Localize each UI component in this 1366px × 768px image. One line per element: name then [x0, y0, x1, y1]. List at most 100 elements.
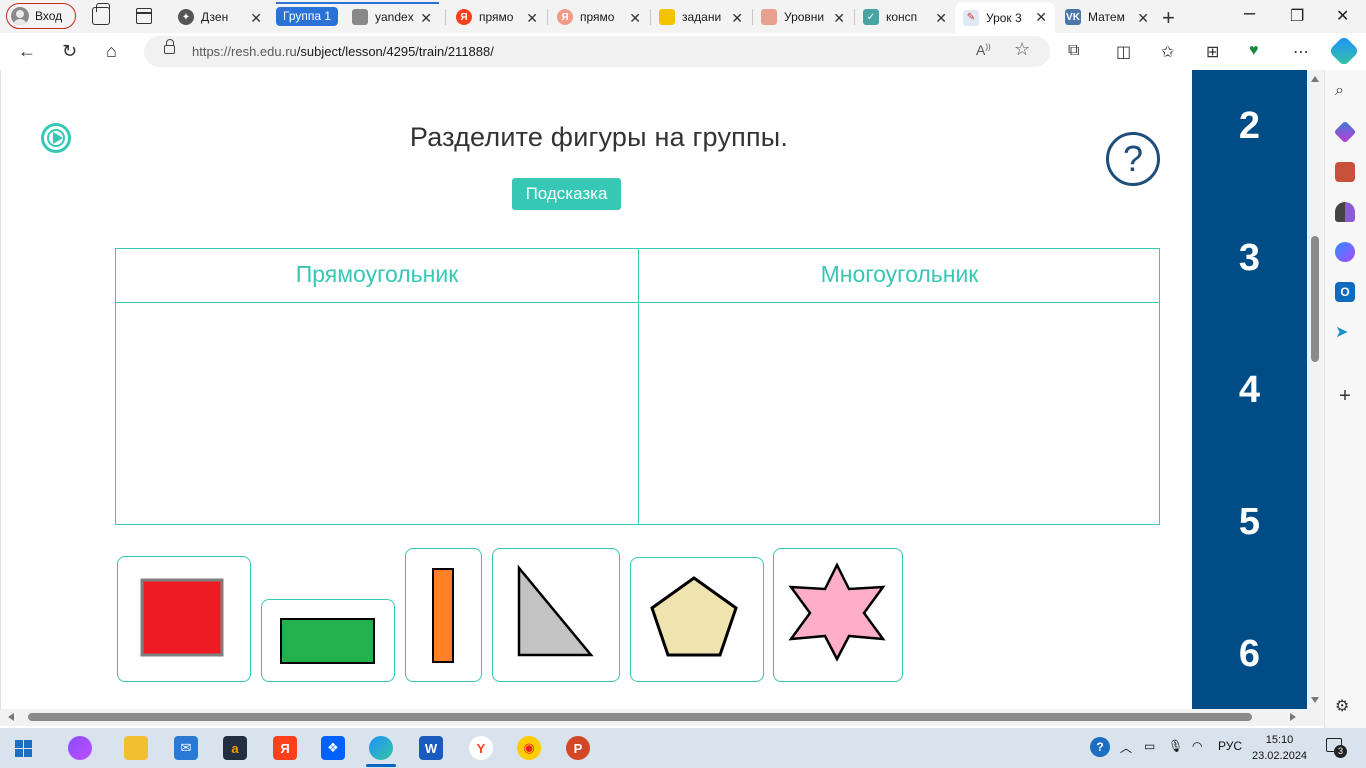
language-indicator[interactable]: РУС: [1218, 739, 1242, 753]
dropbox-icon[interactable]: ❖: [321, 736, 345, 760]
shape-card-gray-triangle[interactable]: [492, 548, 620, 682]
task-number-item[interactable]: 3: [1192, 237, 1307, 280]
close-icon[interactable]: ✕: [1137, 10, 1149, 27]
tab-matem[interactable]: VK Матем ✕: [1057, 3, 1157, 31]
close-icon[interactable]: ✕: [420, 10, 432, 27]
wifi-icon[interactable]: ◠: [1192, 739, 1202, 753]
battery-icon[interactable]: ▭: [1144, 739, 1155, 753]
tab-konspekt[interactable]: ✓ консп ✕: [855, 3, 955, 31]
tools-briefcase-icon[interactable]: [1335, 162, 1355, 182]
search-icon[interactable]: ⌕: [1335, 82, 1355, 102]
chevron-up-icon[interactable]: ︿: [1120, 739, 1132, 756]
tab-search-1[interactable]: Я прямо ✕: [448, 3, 546, 31]
shape-card-orange-rectangle[interactable]: [405, 548, 482, 682]
close-icon[interactable]: ✕: [629, 10, 641, 27]
microphone-icon[interactable]: 🎙: [1168, 739, 1183, 753]
shopping-tag-icon[interactable]: [1333, 120, 1357, 144]
word-icon[interactable]: W: [419, 736, 443, 760]
window-close-icon[interactable]: ✕: [1336, 6, 1349, 26]
shape-card-beige-pentagon[interactable]: [630, 557, 764, 682]
copilot-icon[interactable]: [1328, 35, 1360, 67]
close-icon[interactable]: ✕: [250, 10, 262, 27]
more-menu-icon[interactable]: ⋯: [1293, 42, 1309, 62]
favorites-icon[interactable]: ✩: [1161, 42, 1174, 62]
url-text[interactable]: https://resh.edu.ru/subject/lesson/4295/…: [192, 44, 494, 59]
lesson-page: Разделите фигуры на группы. ? Подсказка …: [0, 70, 1192, 709]
send-paper-plane-icon[interactable]: ➤: [1335, 322, 1355, 342]
music-player-icon[interactable]: ◉: [517, 736, 541, 760]
lock-icon[interactable]: [164, 39, 175, 54]
restore-icon[interactable]: ❐: [1290, 6, 1304, 26]
close-icon[interactable]: ✕: [526, 10, 538, 27]
tab-dzen[interactable]: ✦ Дзен ✕: [170, 3, 270, 31]
yandex-browser-icon[interactable]: Y: [469, 736, 493, 760]
read-aloud-icon[interactable]: A)): [976, 42, 991, 58]
shape-card-red-square[interactable]: [117, 556, 251, 682]
outlook-icon[interactable]: O: [1335, 282, 1355, 302]
close-icon[interactable]: ✕: [731, 10, 743, 27]
horizontal-scrollbar[interactable]: [0, 709, 1324, 726]
alice-assistant-icon[interactable]: [68, 736, 92, 760]
tab-group-chip[interactable]: Группа 1: [276, 7, 339, 26]
new-tab-button[interactable]: +: [1162, 5, 1175, 31]
help-question-icon[interactable]: ?: [1106, 132, 1160, 186]
workspaces-icon[interactable]: [92, 3, 110, 25]
back-arrow-icon[interactable]: ←: [18, 41, 36, 62]
file-explorer-icon[interactable]: [124, 736, 148, 760]
games-icon[interactable]: [1335, 202, 1355, 222]
sidebar-settings-gear-icon[interactable]: ⚙: [1335, 696, 1355, 716]
tab-zadaniya[interactable]: задани ✕: [651, 3, 751, 31]
clock[interactable]: 15:10 23.02.2024: [1252, 732, 1307, 764]
powerpoint-icon[interactable]: P: [566, 736, 590, 760]
task-number-item[interactable]: 6: [1192, 633, 1307, 676]
vertical-scrollbar[interactable]: [1307, 70, 1324, 709]
extensions-icon[interactable]: ⧉: [1068, 42, 1079, 60]
collections-icon[interactable]: ⊞: [1206, 42, 1219, 62]
yandex-icon[interactable]: Я: [273, 736, 297, 760]
profile-button[interactable]: Вход: [6, 3, 76, 29]
edge-browser-icon[interactable]: [369, 736, 393, 760]
windows-start-icon[interactable]: [15, 740, 32, 757]
m365-icon[interactable]: [1335, 242, 1355, 262]
group-polygon-column[interactable]: Многоугольник: [638, 249, 1160, 524]
task-number-item[interactable]: 5: [1192, 501, 1307, 544]
notifications-icon[interactable]: 3: [1326, 738, 1347, 758]
address-bar[interactable]: https://resh.edu.ru/subject/lesson/4295/…: [144, 36, 1050, 67]
briefcase-favicon-icon: [761, 9, 777, 25]
shape-card-pink-star[interactable]: [773, 548, 903, 682]
split-screen-icon[interactable]: ◫: [1116, 42, 1131, 62]
group-rectangle-column[interactable]: Прямоугольник: [116, 249, 638, 524]
tab-yandex[interactable]: yandex ✕: [344, 3, 440, 31]
scroll-down-arrow-icon[interactable]: [1311, 697, 1319, 703]
minimize-icon[interactable]: –: [1244, 2, 1255, 25]
add-sidebar-app-icon[interactable]: +: [1335, 386, 1355, 406]
close-icon[interactable]: ✕: [833, 10, 845, 27]
scroll-right-arrow-icon[interactable]: [1290, 713, 1296, 721]
refresh-icon[interactable]: ↻: [62, 41, 77, 62]
browser-essentials-icon[interactable]: ♥: [1249, 42, 1259, 60]
amazon-icon[interactable]: a: [223, 736, 247, 760]
close-icon[interactable]: ✕: [935, 10, 947, 27]
hint-button[interactable]: Подсказка: [512, 178, 621, 210]
sorting-table: Прямоугольник Многоугольник: [115, 248, 1160, 525]
pink-star-shape: [788, 562, 886, 662]
yandex-favicon-icon: Я: [557, 9, 573, 25]
home-icon[interactable]: ⌂: [106, 41, 117, 62]
task-number-item[interactable]: 2: [1192, 105, 1307, 148]
close-icon[interactable]: ✕: [1035, 9, 1047, 26]
favorite-star-icon[interactable]: ☆: [1014, 39, 1030, 60]
vertical-scroll-thumb[interactable]: [1311, 236, 1319, 362]
gray-triangle-shape: [517, 564, 594, 657]
help-tray-icon[interactable]: ?: [1090, 737, 1110, 757]
tab-search-2[interactable]: Я прямо ✕: [549, 3, 649, 31]
tab-actions-icon[interactable]: [136, 8, 152, 24]
tab-urok-active[interactable]: ✎ Урок 3 ✕: [955, 2, 1055, 33]
scroll-up-arrow-icon[interactable]: [1311, 76, 1319, 82]
task-number-item[interactable]: 4: [1192, 369, 1307, 412]
profile-label: Вход: [35, 9, 63, 23]
horizontal-scroll-thumb[interactable]: [28, 713, 1252, 721]
shape-card-green-rectangle[interactable]: [261, 599, 395, 682]
mail-icon[interactable]: ✉: [174, 736, 198, 760]
scroll-left-arrow-icon[interactable]: [8, 713, 14, 721]
tab-urovni[interactable]: Уровни ✕: [753, 3, 853, 31]
